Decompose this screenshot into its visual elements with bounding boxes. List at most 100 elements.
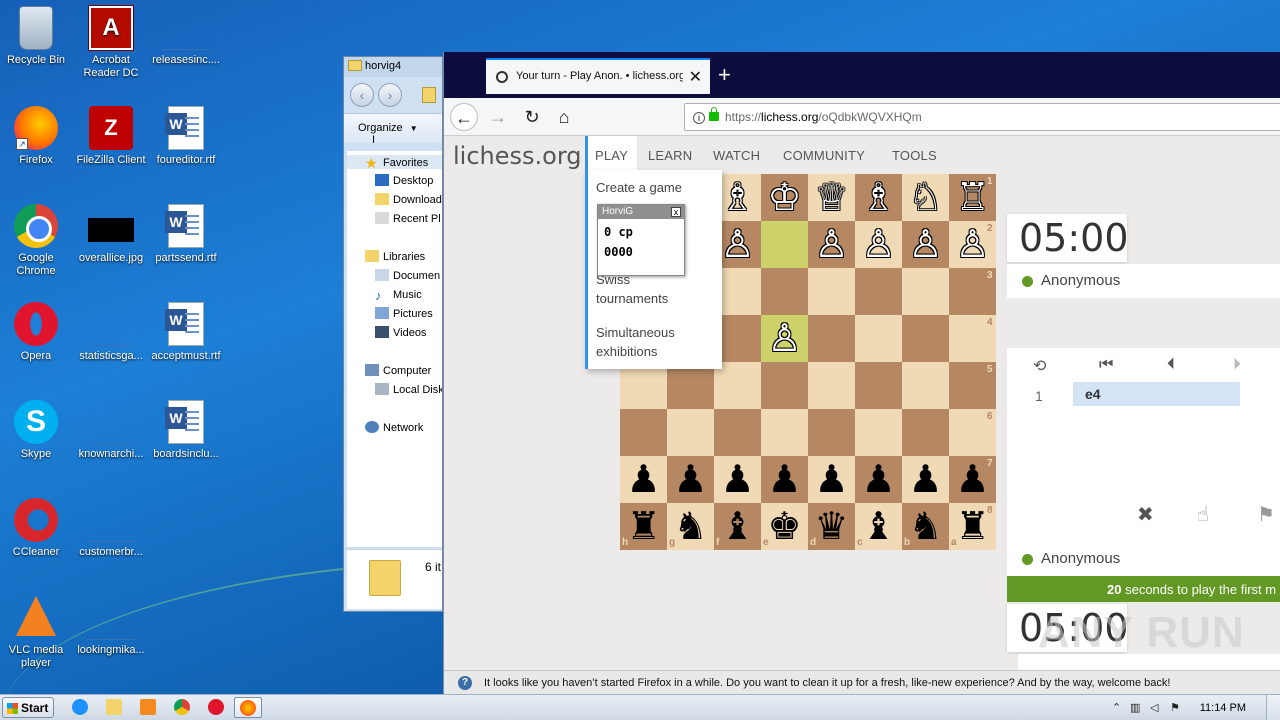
tree-recent-places[interactable]: Recent Pl <box>375 212 441 225</box>
tree-pictures[interactable]: Pictures <box>375 307 433 320</box>
desktop-icon-partssend[interactable]: W partssend.rtf <box>148 204 224 265</box>
player-top[interactable]: Anonymous <box>1007 264 1280 298</box>
taskbar-opera[interactable] <box>202 697 230 718</box>
board-square[interactable] <box>808 362 855 409</box>
tree-libraries[interactable]: Libraries <box>365 250 425 263</box>
nav-tools[interactable]: TOOLS <box>892 148 937 163</box>
board-square[interactable] <box>714 362 761 409</box>
chess-piece[interactable]: ♗ <box>720 175 754 219</box>
chess-piece[interactable]: ♟ <box>814 457 848 501</box>
nav-community[interactable]: COMMUNITY <box>783 148 865 163</box>
taskbar-explorer[interactable] <box>100 697 128 718</box>
explorer-back-button[interactable]: ‹ <box>350 83 374 107</box>
chess-piece[interactable]: ♟ <box>626 457 660 501</box>
takeback-icon[interactable]: ☝ <box>1197 502 1209 527</box>
desktop-icon-boardsinclu[interactable]: W boardsinclu... <box>148 400 224 461</box>
home-button[interactable]: ⌂ <box>550 103 578 131</box>
desktop-icon-vlc[interactable]: VLC media player <box>0 596 74 670</box>
board-square[interactable] <box>855 409 902 456</box>
board-square[interactable] <box>761 409 808 456</box>
chess-piece[interactable]: ♔ <box>767 175 801 219</box>
taskbar-ie[interactable] <box>66 697 94 718</box>
nav-play[interactable]: PLAY <box>595 148 628 163</box>
board-square[interactable]: ♟ <box>808 456 855 503</box>
chess-piece[interactable]: ♟ <box>767 457 801 501</box>
desktop-icon-customerbr[interactable]: customerbr... <box>73 498 149 559</box>
board-square[interactable]: ♙ <box>902 221 949 268</box>
desktop-icon-skype[interactable]: S Skype <box>0 400 74 461</box>
toolbar-next-item[interactable]: I <box>372 134 375 146</box>
board-square[interactable]: ♟ <box>667 456 714 503</box>
show-desktop-button[interactable] <box>1266 695 1280 720</box>
menu-simultaneous-exhibitions[interactable]: Simultaneous exhibitions <box>596 323 706 361</box>
taskbar-media-player[interactable] <box>134 697 162 718</box>
chess-piece[interactable]: ♙ <box>767 316 801 360</box>
chess-piece[interactable]: ♞ <box>908 504 942 548</box>
desktop-icon-knownarchi[interactable]: knownarchi... <box>73 400 149 461</box>
desktop-icon-firefox[interactable]: ↗ Firefox <box>0 106 74 167</box>
desktop-icon-recycle-bin[interactable]: Recycle Bin <box>0 6 74 67</box>
board-square[interactable]: ♕ <box>808 174 855 221</box>
menu-create-game[interactable]: Create a game <box>596 178 682 197</box>
board-square[interactable] <box>855 362 902 409</box>
chess-piece[interactable]: ♛ <box>814 504 848 548</box>
board-square[interactable]: ♟ <box>761 456 808 503</box>
board-square[interactable] <box>902 362 949 409</box>
board-square[interactable]: ♙ <box>808 221 855 268</box>
chess-piece[interactable]: ♙ <box>955 222 989 266</box>
nav-watch[interactable]: WATCH <box>713 148 760 163</box>
explorer-forward-button[interactable]: › <box>378 83 402 107</box>
taskbar-chrome[interactable] <box>168 697 196 718</box>
tree-downloads[interactable]: Download <box>375 193 442 206</box>
player-bottom[interactable]: Anonymous <box>1007 542 1280 576</box>
chess-piece[interactable]: ♘ <box>908 175 942 219</box>
desktop-icon-statisticsga[interactable]: statisticsga... <box>73 302 149 363</box>
chess-piece[interactable]: ♜ <box>626 504 660 548</box>
chess-piece[interactable]: ♖ <box>955 175 989 219</box>
chess-piece[interactable]: ♝ <box>861 504 895 548</box>
chess-piece[interactable]: ♟ <box>955 457 989 501</box>
chess-piece[interactable]: ♟ <box>861 457 895 501</box>
forward-button[interactable]: → <box>484 103 512 131</box>
desktop-icon-foureditor[interactable]: W foureditor.rtf <box>148 106 224 167</box>
board-square[interactable] <box>761 268 808 315</box>
flip-board-icon[interactable]: ⟲ <box>1033 356 1046 376</box>
board-square[interactable] <box>761 362 808 409</box>
board-square[interactable]: ♝ <box>714 503 761 550</box>
chess-piece[interactable]: ♟ <box>673 457 707 501</box>
chess-piece[interactable]: ♟ <box>908 457 942 501</box>
board-square[interactable]: ♟ <box>855 456 902 503</box>
chess-piece[interactable]: ♟ <box>720 457 754 501</box>
desktop-icon-overallice[interactable]: overallice.jpg <box>73 204 149 265</box>
board-square[interactable] <box>902 315 949 362</box>
board-square[interactable] <box>808 315 855 362</box>
tree-documents[interactable]: Documen <box>375 269 440 282</box>
url-bar[interactable]: i https://lichess.org/oQdbkWQVXHQm <box>684 103 1280 131</box>
volume-icon[interactable]: ◁ <box>1150 701 1158 714</box>
tree-music[interactable]: ♪ Music <box>375 288 422 303</box>
desktop-icon-lookingmika[interactable]: lookingmika... <box>73 596 149 657</box>
board-square[interactable] <box>902 409 949 456</box>
chess-piece[interactable]: ♜ <box>955 504 989 548</box>
desktop-icon-releasesinc[interactable]: releasesinc.... <box>148 6 224 67</box>
close-icon[interactable]: x <box>671 207 681 217</box>
chess-piece[interactable]: ♙ <box>720 222 754 266</box>
board-square[interactable] <box>620 362 667 409</box>
board-square[interactable] <box>714 409 761 456</box>
board-square[interactable]: ♟ <box>620 456 667 503</box>
board-square[interactable]: ♟ <box>902 456 949 503</box>
first-move-icon[interactable]: ⏮ <box>1099 356 1113 374</box>
next-move-icon[interactable]: ⏵ <box>1233 356 1241 374</box>
organize-menu[interactable]: Organize <box>358 122 403 134</box>
board-square[interactable] <box>855 315 902 362</box>
chess-piece[interactable]: ♗ <box>861 175 895 219</box>
tree-computer[interactable]: Computer <box>365 364 431 377</box>
tree-local-disk[interactable]: Local Disk <box>375 383 442 396</box>
resign-flag-icon[interactable]: ⚑ <box>1257 502 1275 527</box>
tree-desktop[interactable]: Desktop <box>375 174 433 187</box>
tree-favorites[interactable]: ★ Favorites <box>347 155 442 171</box>
taskbar-firefox[interactable] <box>234 697 262 718</box>
chess-piece[interactable]: ♞ <box>673 504 707 548</box>
new-tab-button[interactable]: + <box>718 62 731 88</box>
board-square[interactable]: ♙ <box>855 221 902 268</box>
